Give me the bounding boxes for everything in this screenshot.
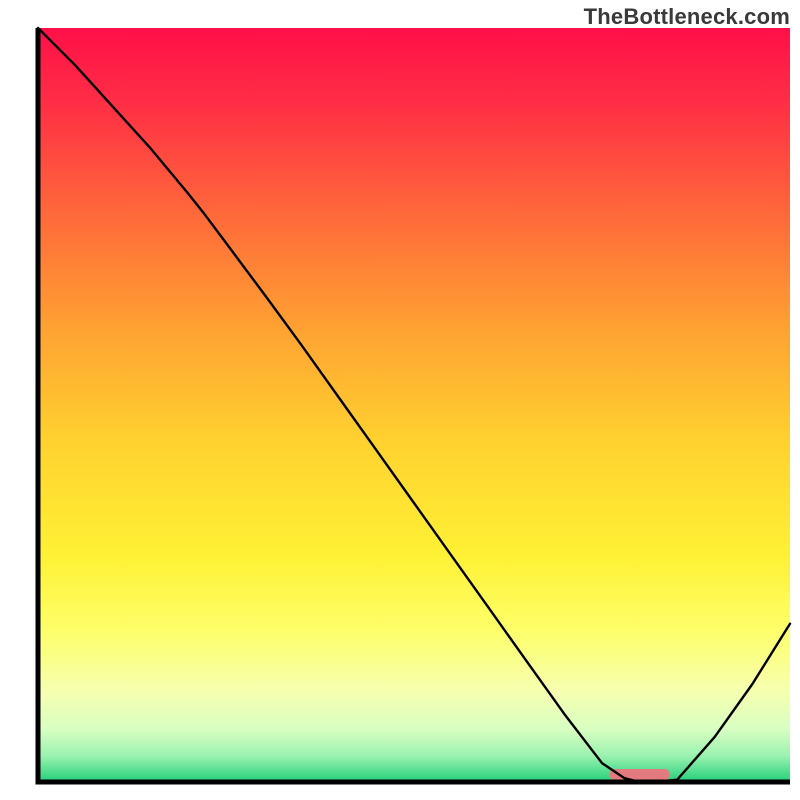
bottleneck-chart (0, 0, 800, 800)
plot-background (38, 28, 790, 782)
chart-container: TheBottleneck.com (0, 0, 800, 800)
watermark-text: TheBottleneck.com (584, 4, 790, 30)
